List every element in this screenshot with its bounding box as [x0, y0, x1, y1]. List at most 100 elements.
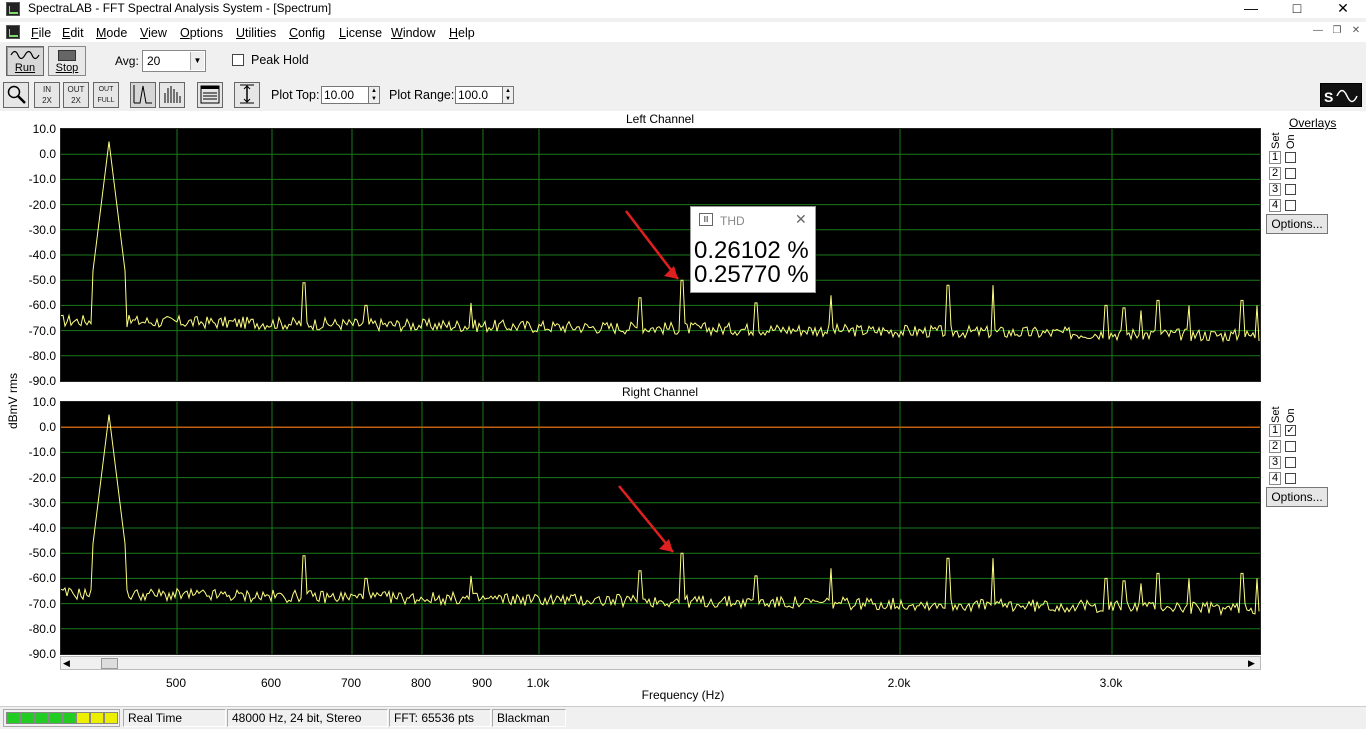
left-overlay-set-4[interactable]: 4: [1269, 199, 1281, 212]
maximize-button[interactable]: □: [1274, 0, 1320, 18]
right-overlay-set-4[interactable]: 4: [1269, 472, 1281, 485]
scroll-right-icon[interactable]: ▶: [1248, 658, 1255, 669]
waveform-icon: [10, 50, 40, 60]
left-overlay-options-button[interactable]: Options...: [1266, 214, 1328, 234]
thd-value-right: 0.25770 %: [694, 261, 809, 288]
plot-top-input[interactable]: 10.00: [321, 86, 369, 104]
mdi-restore-button[interactable]: ❐: [1328, 25, 1346, 39]
right-overlay-set-3[interactable]: 3: [1269, 456, 1281, 469]
menu-utilities[interactable]: Utilities: [236, 26, 276, 40]
level-meter-segment: [90, 712, 104, 724]
level-meter-segment: [34, 712, 48, 724]
magnifier-icon: [7, 85, 26, 104]
right-overlay-options-button[interactable]: Options...: [1266, 487, 1328, 507]
right-overlay-on-checkbox-4[interactable]: [1285, 473, 1296, 484]
menu-view[interactable]: View: [140, 26, 167, 40]
menu-help[interactable]: Help: [449, 26, 475, 40]
spectrum-view: Left Channel Right Channel dBmV rms Over…: [0, 111, 1366, 706]
horizontal-scrollbar[interactable]: ◀ ▶: [60, 656, 1261, 670]
stop-label: Stop: [55, 62, 79, 74]
right-ytick: -70.0: [28, 596, 56, 611]
right-overlay-set-1[interactable]: 1: [1269, 424, 1281, 437]
zoom-full-button[interactable]: OUT FULL: [93, 82, 119, 108]
thd-window[interactable]: II THD ✕ 0.26102 % 0.25770 %: [690, 206, 816, 293]
menu-window[interactable]: Window: [391, 26, 435, 40]
vertical-arrow-icon: [240, 84, 254, 104]
level-meter-segment: [48, 712, 62, 724]
overlays-title[interactable]: Overlays: [1289, 116, 1336, 130]
vertical-scale-button[interactable]: [234, 82, 260, 108]
level-meter-segment: [76, 712, 90, 724]
right-overlay-on-checkbox-2[interactable]: [1285, 441, 1296, 452]
scrollbar-thumb[interactable]: [101, 658, 118, 669]
right-channel-plot[interactable]: [60, 401, 1261, 655]
plot-top-label: Plot Top:: [271, 88, 320, 102]
peak-hold-checkbox[interactable]: [232, 54, 244, 66]
status-format: 48000 Hz, 24 bit, Stereo: [227, 709, 388, 727]
level-meter-segment: [62, 712, 76, 724]
chevron-down-icon[interactable]: ▼: [190, 52, 204, 70]
left-channel-plot[interactable]: [60, 128, 1261, 382]
minimize-button[interactable]: —: [1228, 0, 1274, 18]
window-title: SpectraLAB - FFT Spectral Analysis Syste…: [28, 1, 332, 15]
avg-value: 20: [147, 54, 161, 68]
left-ytick: -70.0: [28, 323, 56, 338]
right-ytick: -80.0: [28, 621, 56, 636]
mdi-minimize-button[interactable]: —: [1309, 25, 1327, 39]
left-overlay-on-checkbox-3[interactable]: [1285, 184, 1296, 195]
status-bar: Real Time 48000 Hz, 24 bit, Stereo FFT: …: [0, 706, 1366, 729]
x-tick-label: 800: [410, 676, 432, 690]
mdi-close-button[interactable]: ✕: [1347, 25, 1365, 39]
left-overlay-on-checkbox-4[interactable]: [1285, 200, 1296, 211]
left-channel-title: Left Channel: [625, 112, 695, 126]
menu-bar: File Edit Mode View Options Utilities Co…: [0, 22, 1366, 42]
menu-file[interactable]: File: [31, 26, 51, 40]
left-overlay-on-checkbox-1[interactable]: [1285, 152, 1296, 163]
status-window: Blackman: [492, 709, 566, 727]
annotation-arrow-head: [659, 539, 673, 552]
left-ytick: -60.0: [28, 298, 56, 313]
right-overlay-set-2[interactable]: 2: [1269, 440, 1281, 453]
plot-top-spinner[interactable]: ▲ ▼: [368, 86, 380, 104]
line-plot-button[interactable]: [130, 82, 156, 108]
menu-edit[interactable]: Edit: [62, 26, 84, 40]
plot-toolbar: IN 2X OUT 2X OUT FULL Plot Top: 10.00 ▲ ▼…: [0, 80, 1366, 110]
stop-button[interactable]: Stop: [48, 46, 86, 76]
table-icon: [200, 85, 220, 104]
bar-plot-button[interactable]: [159, 82, 185, 108]
bar-plot-icon: [164, 86, 181, 103]
plot-range-spinner[interactable]: ▲ ▼: [502, 86, 514, 104]
x-tick-label: 900: [471, 676, 493, 690]
annotation-arrow-line: [625, 210, 679, 280]
left-ytick: -20.0: [28, 197, 56, 212]
spectrum-trace: [60, 414, 1260, 617]
doc-icon[interactable]: [6, 25, 20, 39]
display-settings-button[interactable]: [197, 82, 223, 108]
left-overlay-set-3[interactable]: 3: [1269, 183, 1281, 196]
left-overlay-set-1[interactable]: 1: [1269, 151, 1281, 164]
left-overlay-set-2[interactable]: 2: [1269, 167, 1281, 180]
left-ytick: -40.0: [28, 248, 56, 262]
left-ytick: -90.0: [28, 374, 56, 388]
left-overlay-on-checkbox-2[interactable]: [1285, 168, 1296, 179]
menu-license[interactable]: License: [339, 26, 382, 40]
plot-range-input[interactable]: 100.0: [455, 86, 503, 104]
right-ytick: -20.0: [28, 470, 56, 485]
stop-icon: [58, 50, 76, 61]
magnify-button[interactable]: [3, 82, 29, 108]
menu-options[interactable]: Options: [180, 26, 223, 40]
menu-mode[interactable]: Mode: [96, 26, 127, 40]
zoom-out-2x-button[interactable]: OUT 2X: [63, 82, 89, 108]
right-overlay-on-checkbox-1[interactable]: ✓: [1285, 425, 1296, 436]
run-button[interactable]: Run: [6, 46, 44, 76]
menu-config[interactable]: Config: [289, 26, 325, 40]
status-mode: Real Time: [123, 709, 226, 727]
scroll-left-icon[interactable]: ◀: [63, 658, 70, 669]
zoom-in-2x-button[interactable]: IN 2X: [34, 82, 60, 108]
overlay-set-label-right: Set: [1270, 406, 1282, 423]
close-button[interactable]: ✕: [1320, 0, 1366, 18]
avg-select[interactable]: 20 ▼: [142, 50, 206, 72]
thd-close-icon[interactable]: ✕: [795, 211, 807, 228]
logo-sine-icon: S: [1324, 89, 1358, 105]
right-overlay-on-checkbox-3[interactable]: [1285, 457, 1296, 468]
